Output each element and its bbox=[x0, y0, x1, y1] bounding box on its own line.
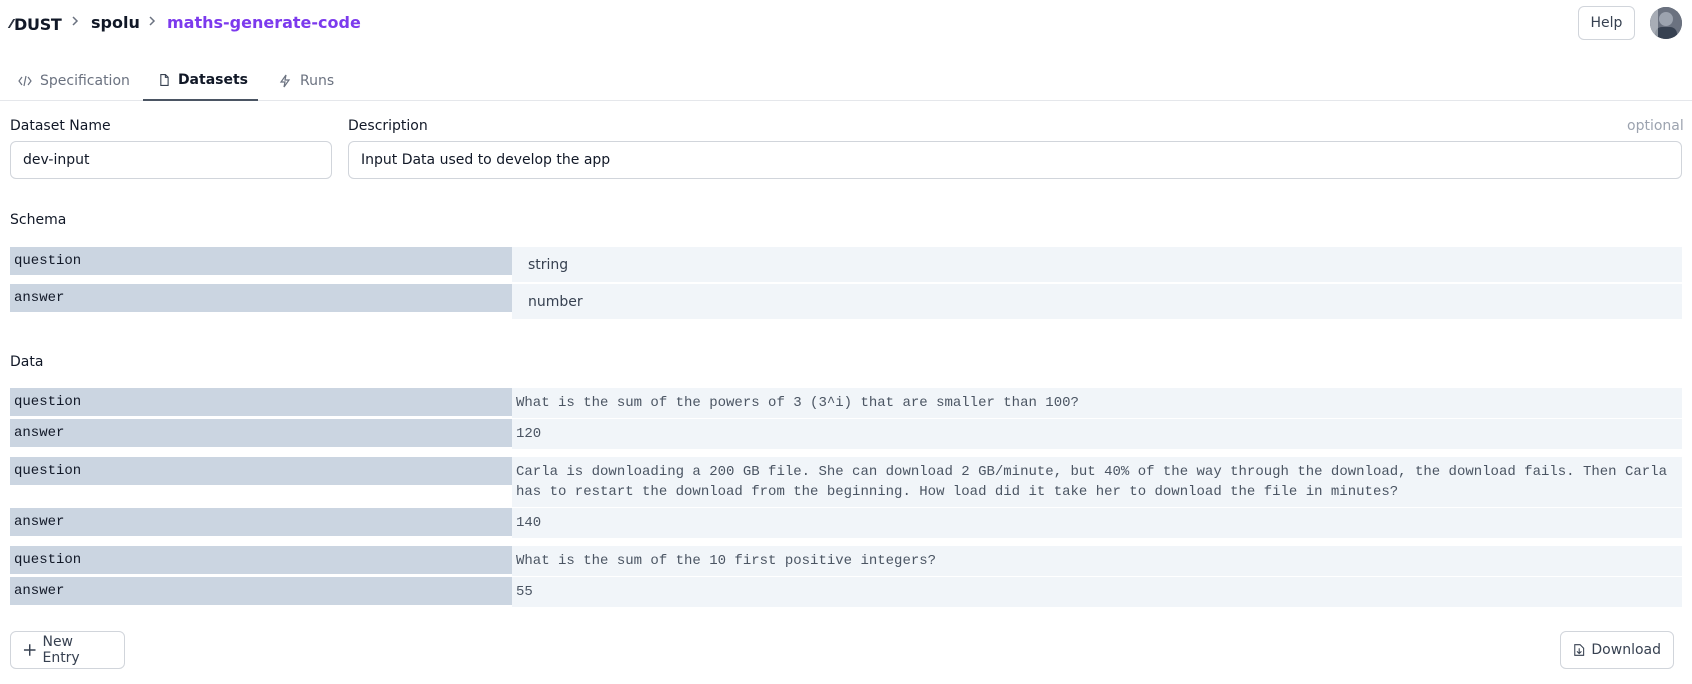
data-value-cell[interactable]: Carla is downloading a 200 GB file. She … bbox=[512, 457, 1682, 507]
data-row: question What is the sum of the powers o… bbox=[10, 388, 1682, 418]
code-icon bbox=[18, 75, 32, 86]
data-row: question What is the sum of the 10 first… bbox=[10, 546, 1682, 576]
tab-label: Specification bbox=[40, 72, 130, 89]
data-row: question Carla is downloading a 200 GB f… bbox=[10, 457, 1682, 507]
help-button[interactable]: Help bbox=[1578, 6, 1635, 40]
data-key-label: question bbox=[10, 388, 512, 416]
data-row: answer 120 bbox=[10, 419, 1682, 449]
new-entry-button[interactable]: New Entry bbox=[10, 631, 125, 669]
data-value-cell[interactable]: What is the sum of the powers of 3 (3^i)… bbox=[512, 388, 1682, 418]
schema-type-select[interactable]: string bbox=[512, 247, 1682, 282]
dataset-name-input[interactable]: dev-input bbox=[10, 141, 332, 179]
download-label: Download bbox=[1591, 642, 1661, 658]
document-icon bbox=[160, 73, 169, 86]
new-entry-label: New Entry bbox=[42, 634, 80, 666]
schema-type-select[interactable]: number bbox=[512, 284, 1682, 319]
data-value-cell[interactable]: What is the sum of the 10 first positive… bbox=[512, 546, 1682, 576]
schema-row: question string bbox=[10, 247, 1682, 282]
download-icon bbox=[1574, 644, 1585, 656]
app-header: ⁄⁄ DUST spolu maths-generate-code Help bbox=[0, 0, 1692, 48]
breadcrumb-user[interactable]: spolu bbox=[91, 13, 140, 32]
avatar[interactable] bbox=[1650, 7, 1682, 39]
dust-logo-mark-icon: ⁄⁄ bbox=[10, 17, 13, 31]
optional-hint: optional bbox=[1627, 118, 1684, 134]
schema-key-input[interactable]: question bbox=[10, 247, 512, 275]
tab-label: Runs bbox=[300, 72, 335, 89]
bolt-icon bbox=[279, 74, 291, 87]
data-value-cell[interactable]: 55 bbox=[512, 577, 1682, 607]
data-key-label: answer bbox=[10, 508, 512, 536]
logo-text: DUST bbox=[14, 14, 62, 34]
data-value-cell[interactable]: 120 bbox=[512, 419, 1682, 449]
tab-specification[interactable]: Specification bbox=[8, 60, 140, 101]
plus-icon bbox=[23, 644, 36, 656]
data-title: Data bbox=[10, 354, 44, 370]
breadcrumb-app[interactable]: maths-generate-code bbox=[167, 13, 361, 32]
chevron-right-icon bbox=[147, 14, 157, 32]
data-value-cell[interactable]: 140 bbox=[512, 508, 1682, 538]
tab-bar: Specification Datasets Runs bbox=[0, 60, 1692, 101]
dust-logo[interactable]: ⁄⁄ DUST bbox=[10, 14, 62, 34]
tab-datasets[interactable]: Datasets bbox=[143, 60, 258, 101]
dataset-name-label: Dataset Name bbox=[10, 118, 111, 134]
data-row: answer 55 bbox=[10, 577, 1682, 607]
chevron-right-icon bbox=[70, 14, 80, 32]
description-label: Description bbox=[348, 118, 428, 134]
tab-runs[interactable]: Runs bbox=[268, 60, 344, 101]
data-row: answer 140 bbox=[10, 508, 1682, 538]
schema-title: Schema bbox=[10, 212, 67, 228]
data-key-label: answer bbox=[10, 577, 512, 605]
schema-row: answer number bbox=[10, 284, 1682, 319]
download-button[interactable]: Download bbox=[1560, 631, 1674, 669]
description-input[interactable]: Input Data used to develop the app bbox=[348, 141, 1682, 179]
tab-label: Datasets bbox=[177, 71, 248, 88]
data-key-label: question bbox=[10, 546, 512, 574]
data-key-label: question bbox=[10, 457, 512, 485]
data-key-label: answer bbox=[10, 419, 512, 447]
schema-key-input[interactable]: answer bbox=[10, 284, 512, 312]
